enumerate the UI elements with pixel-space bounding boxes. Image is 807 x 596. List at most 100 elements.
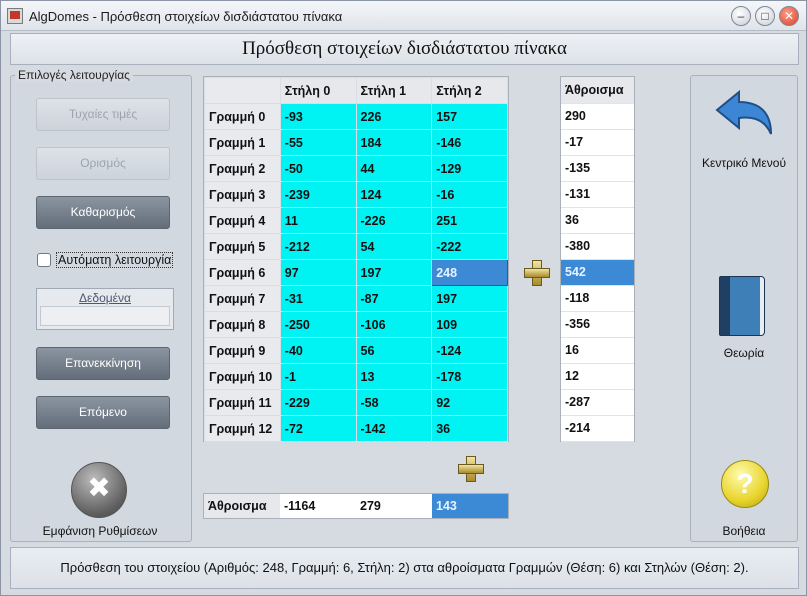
matrix-row: Γραμμή 5 -212 54 -222	[204, 233, 508, 260]
column-sum-cell: -1164	[284, 499, 316, 513]
matrix-cell[interactable]: -106	[355, 311, 433, 338]
matrix-cell[interactable]: 13	[355, 363, 433, 390]
matrix-cell[interactable]: -87	[355, 285, 433, 312]
column-sums-row: Άθροισμα -1164 279 143	[203, 493, 509, 519]
matrix-cell[interactable]: 97	[279, 259, 357, 286]
matrix-cell[interactable]: 54	[355, 233, 433, 260]
row-header: Γραμμή 11	[204, 389, 281, 416]
theory-label[interactable]: Θεωρία	[691, 346, 797, 360]
matrix-row: Γραμμή 4 11 -226 251	[204, 207, 508, 234]
matrix-cell[interactable]: -226	[355, 207, 433, 234]
matrix-cell[interactable]: -146	[431, 129, 508, 156]
matrix-cell[interactable]: -178	[431, 363, 508, 390]
matrix-cell[interactable]: 11	[279, 207, 357, 234]
close-button[interactable]: ✕	[779, 6, 799, 26]
matrix-cell[interactable]: -250	[279, 311, 357, 338]
app-icon	[7, 8, 23, 24]
matrix-cell[interactable]: 44	[355, 155, 433, 182]
matrix-header-row: Στήλη 0 Στήλη 1 Στήλη 2	[204, 77, 508, 104]
matrix-row: Γραμμή 3 -239 124 -16	[204, 181, 508, 208]
matrix-cell[interactable]: -1	[279, 363, 357, 390]
row-sum-cell: -214	[561, 415, 634, 442]
title-bar: AlgDomes - Πρόσθεση στοιχείων δισδιάστατ…	[1, 1, 806, 31]
row-sum-row: 12	[561, 363, 634, 390]
matrix-cell[interactable]: 36	[431, 415, 508, 442]
row-sum-row: -131	[561, 181, 634, 208]
restart-button[interactable]: Επανεκκίνηση	[36, 347, 170, 380]
column-header: Στήλη 2	[431, 77, 508, 104]
main-menu-label[interactable]: Κεντρικό Μενού	[691, 156, 797, 170]
row-sum-cell: -380	[561, 233, 634, 260]
matrix-cell[interactable]: -40	[279, 337, 357, 364]
matrix-cell[interactable]: -50	[279, 155, 357, 182]
random-values-button[interactable]: Τυχαίες τιμές	[36, 98, 170, 131]
matrix-row: Γραμμή 0 -93 226 157	[204, 103, 508, 130]
define-button[interactable]: Ορισμός	[36, 147, 170, 180]
matrix-cell[interactable]: 124	[355, 181, 433, 208]
clear-button[interactable]: Καθαρισμός	[36, 196, 170, 229]
auto-mode-label[interactable]: Αυτόματη λειτουργία	[56, 252, 174, 268]
help-label[interactable]: Βοήθεια	[691, 524, 797, 538]
row-header: Γραμμή 3	[204, 181, 281, 208]
matrix-cell[interactable]: -212	[279, 233, 357, 260]
matrix-cell[interactable]: 157	[431, 103, 508, 130]
row-sum-row: -17	[561, 129, 634, 156]
matrix-cell[interactable]: 197	[355, 259, 433, 286]
matrix-cell[interactable]: -222	[431, 233, 508, 260]
row-sum-row: 16	[561, 337, 634, 364]
matrix-cell[interactable]: 251	[431, 207, 508, 234]
matrix-cell[interactable]: -142	[355, 415, 433, 442]
row-sum-cell: -287	[561, 389, 634, 416]
row-header: Γραμμή 1	[204, 129, 281, 156]
settings-tools-icon[interactable]: ✖	[71, 462, 127, 518]
matrix-cell[interactable]: -239	[279, 181, 357, 208]
minimize-button[interactable]: –	[731, 6, 751, 26]
show-settings-label[interactable]: Εμφάνιση Ρυθμίσεων	[35, 524, 165, 538]
matrix-row: Γραμμή 9 -40 56 -124	[204, 337, 508, 364]
matrix-cell[interactable]: 56	[355, 337, 433, 364]
row-sum-row: -287	[561, 389, 634, 416]
row-sum-cell: -17	[561, 129, 634, 156]
matrix-cell[interactable]: -93	[279, 103, 357, 130]
back-arrow-icon[interactable]	[713, 88, 777, 142]
matrix-cell[interactable]: -124	[431, 337, 508, 364]
plus-column-icon	[458, 456, 484, 482]
matrix-cell[interactable]: -31	[279, 285, 357, 312]
matrix-cell[interactable]: 197	[431, 285, 508, 312]
row-sums-header-row: Άθροισμα	[561, 77, 634, 104]
app-window: AlgDomes - Πρόσθεση στοιχείων δισδιάστατ…	[0, 0, 807, 596]
matrix-cell[interactable]: -129	[431, 155, 508, 182]
matrix-cell[interactable]: -58	[355, 389, 433, 416]
matrix-cell[interactable]: 184	[355, 129, 433, 156]
matrix-cell[interactable]: 226	[355, 103, 433, 130]
matrix-cell[interactable]: -16	[431, 181, 508, 208]
matrix-row: Γραμμή 7 -31 -87 197	[204, 285, 508, 312]
row-sum-row: -380	[561, 233, 634, 260]
column-header: Στήλη 0	[279, 77, 357, 104]
auto-mode-checkbox[interactable]	[37, 253, 51, 267]
matrix-cell[interactable]: 92	[431, 389, 508, 416]
matrix-cell[interactable]: -229	[279, 389, 357, 416]
next-button[interactable]: Επόμενο	[36, 396, 170, 429]
navigation-panel: Κεντρικό Μενού Θεωρία ? Βοήθεια	[690, 75, 798, 542]
row-sum-cell: -356	[561, 311, 634, 338]
maximize-button[interactable]: □	[755, 6, 775, 26]
row-sum-cell: 290	[561, 103, 634, 130]
column-header: Στήλη 1	[355, 77, 433, 104]
page-title: Πρόσθεση στοιχείων δισδιάστατου πίνακα	[10, 33, 799, 65]
matrix-cell[interactable]: 109	[431, 311, 508, 338]
matrix-cell[interactable]: -72	[279, 415, 357, 442]
data-field-label[interactable]: Δεδομένα	[37, 291, 173, 305]
matrix-cell[interactable]: -55	[279, 129, 357, 156]
row-sum-cell: 36	[561, 207, 634, 234]
matrix-cell-selected[interactable]: 248	[431, 259, 508, 286]
help-icon[interactable]: ?	[721, 460, 769, 508]
book-icon[interactable]	[719, 276, 765, 336]
row-header: Γραμμή 5	[204, 233, 281, 260]
status-bar: Πρόσθεση του στοιχείου (Αριθμός: 248, Γρ…	[10, 547, 799, 589]
data-input[interactable]	[40, 306, 170, 326]
matrix-row: Γραμμή 2 -50 44 -129	[204, 155, 508, 182]
row-sum-cell: 16	[561, 337, 634, 364]
row-header: Γραμμή 2	[204, 155, 281, 182]
row-sum-row: 290	[561, 103, 634, 130]
